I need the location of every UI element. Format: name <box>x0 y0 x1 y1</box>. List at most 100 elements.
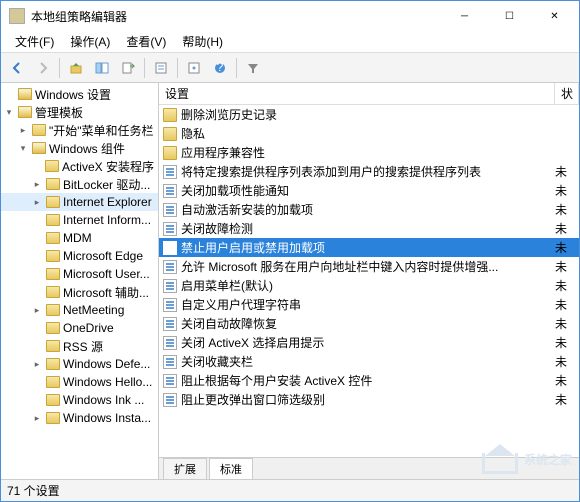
list-row[interactable]: 启用菜单栏(默认)未 <box>159 276 579 295</box>
folder-icon <box>18 106 32 118</box>
setting-icon <box>163 336 177 350</box>
list-row[interactable]: 自定义用户代理字符串未 <box>159 295 579 314</box>
menu-action[interactable]: 操作(A) <box>62 31 118 52</box>
list-row[interactable]: 自动激活新安装的加载项未 <box>159 200 579 219</box>
list-row-state: 未 <box>555 296 575 313</box>
filter-button[interactable] <box>241 56 265 80</box>
folder-icon <box>163 146 177 160</box>
tree-item[interactable]: ▸ Windows Insta... <box>1 409 158 427</box>
maximize-button[interactable]: ☐ <box>487 2 532 30</box>
export-button[interactable] <box>116 56 140 80</box>
setting-icon <box>163 203 177 217</box>
setting-icon <box>163 165 177 179</box>
tree-item[interactable]: Windows Hello... <box>1 373 158 391</box>
list-row[interactable]: 将特定搜索提供程序列表添加到用户的搜索提供程序列表未 <box>159 162 579 181</box>
properties-button[interactable] <box>182 56 206 80</box>
setting-icon <box>163 279 177 293</box>
list-row[interactable]: 隐私 <box>159 124 579 143</box>
list-row-state: 未 <box>555 163 575 180</box>
list-row-state: 未 <box>555 182 575 199</box>
tree-toggle-icon[interactable]: ▾ <box>3 107 15 118</box>
tree-item[interactable]: ▸ Windows Defe... <box>1 355 158 373</box>
tree-item-label: Windows Defe... <box>63 357 150 371</box>
tree-item[interactable]: Microsoft 辅助... <box>1 283 158 301</box>
tree-item[interactable]: Microsoft Edge <box>1 247 158 265</box>
tree-toggle-icon[interactable]: ▸ <box>17 125 29 136</box>
tree-item[interactable]: ▾Windows 组件 <box>1 139 158 157</box>
tree-item[interactable]: Windows Ink ... <box>1 391 158 409</box>
tree-panel[interactable]: Windows 设置 ▾ 管理模板 ▸ "开始"菜单和任务栏▾Windows 组件Act… <box>1 83 159 479</box>
help-button[interactable]: ? <box>208 56 232 80</box>
list-row[interactable]: 关闭自动故障恢复未 <box>159 314 579 333</box>
list-row-label: 禁止用户启用或禁用加载项 <box>181 239 555 256</box>
column-setting[interactable]: 设置 <box>159 83 555 104</box>
list-row[interactable]: 关闭加载项性能通知未 <box>159 181 579 200</box>
tree-item[interactable]: Microsoft User... <box>1 265 158 283</box>
tree-item[interactable]: Internet Inform... <box>1 211 158 229</box>
folder-icon <box>46 412 60 424</box>
tree-item-label: Microsoft 辅助... <box>63 284 149 301</box>
list-row[interactable]: 阻止根据每个用户安装 ActiveX 控件未 <box>159 371 579 390</box>
tree-item[interactable]: ▸NetMeeting <box>1 301 158 319</box>
tree-item-label: MDM <box>63 231 92 245</box>
tree-item[interactable]: MDM <box>1 229 158 247</box>
setting-icon <box>163 374 177 388</box>
tree-item[interactable]: Windows 设置 <box>1 85 158 103</box>
tree-toggle-icon[interactable]: ▸ <box>31 179 43 190</box>
setting-icon <box>163 222 177 236</box>
show-hide-tree-button[interactable] <box>90 56 114 80</box>
list-body[interactable]: 删除浏览历史记录隐私应用程序兼容性将特定搜索提供程序列表添加到用户的搜索提供程序… <box>159 105 579 457</box>
tree-item[interactable]: RSS 源 <box>1 337 158 355</box>
tab-extended[interactable]: 扩展 <box>163 458 207 479</box>
folder-icon <box>46 268 60 280</box>
tree-item[interactable]: ▸BitLocker 驱动... <box>1 175 158 193</box>
back-button[interactable] <box>5 56 29 80</box>
tree-toggle-icon[interactable]: ▸ <box>31 359 43 370</box>
tree-item[interactable]: ▾ 管理模板 <box>1 103 158 121</box>
list-row[interactable]: 允许 Microsoft 服务在用户向地址栏中键入内容时提供增强...未 <box>159 257 579 276</box>
tree-item-label: Windows Insta... <box>63 411 151 425</box>
close-button[interactable]: ✕ <box>532 2 577 30</box>
list-row[interactable]: 应用程序兼容性 <box>159 143 579 162</box>
list-row[interactable]: 关闭收藏夹栏未 <box>159 352 579 371</box>
list-row[interactable]: 禁止用户启用或禁用加载项未 <box>159 238 579 257</box>
tree-item[interactable]: OneDrive <box>1 319 158 337</box>
list-row-label: 删除浏览历史记录 <box>181 106 555 123</box>
list-row-label: 阻止根据每个用户安装 ActiveX 控件 <box>181 372 555 389</box>
list-row[interactable]: 关闭 ActiveX 选择启用提示未 <box>159 333 579 352</box>
folder-icon <box>32 142 46 154</box>
list-row-label: 将特定搜索提供程序列表添加到用户的搜索提供程序列表 <box>181 163 555 180</box>
setting-icon <box>163 393 177 407</box>
setting-icon <box>163 260 177 274</box>
column-state[interactable]: 状 <box>555 83 579 104</box>
tree-item[interactable]: ▸ Internet Explorer <box>1 193 158 211</box>
list-panel: 设置 状 删除浏览历史记录隐私应用程序兼容性将特定搜索提供程序列表添加到用户的搜… <box>159 83 579 479</box>
content-area: Windows 设置 ▾ 管理模板 ▸ "开始"菜单和任务栏▾Windows 组件Act… <box>1 83 579 479</box>
tree-item-label: OneDrive <box>63 321 114 335</box>
list-row[interactable]: 关闭故障检测未 <box>159 219 579 238</box>
up-button[interactable] <box>64 56 88 80</box>
list-row-label: 关闭加载项性能通知 <box>181 182 555 199</box>
tree-item-label: 管理模板 <box>35 104 83 121</box>
tree-item-label: ActiveX 安装程序 <box>62 158 154 175</box>
tree-item[interactable]: ActiveX 安装程序 <box>1 157 158 175</box>
list-row[interactable]: 阻止更改弹出窗口筛选级别未 <box>159 390 579 409</box>
menu-help[interactable]: 帮助(H) <box>174 31 231 52</box>
tree-toggle-icon[interactable]: ▸ <box>31 413 43 424</box>
menu-file[interactable]: 文件(F) <box>7 31 62 52</box>
folder-icon <box>46 304 60 316</box>
tree-item[interactable]: ▸ "开始"菜单和任务栏 <box>1 121 158 139</box>
tree-toggle-icon[interactable]: ▾ <box>17 143 29 154</box>
tree-toggle-icon[interactable]: ▸ <box>31 305 43 316</box>
folder-icon <box>163 108 177 122</box>
menu-view[interactable]: 查看(V) <box>118 31 174 52</box>
refresh-button[interactable] <box>149 56 173 80</box>
tree-item-label: Internet Explorer <box>63 195 152 209</box>
list-row-label: 关闭 ActiveX 选择启用提示 <box>181 334 555 351</box>
minimize-button[interactable]: ─ <box>442 2 487 30</box>
tree-item-label: "开始"菜单和任务栏 <box>49 122 154 139</box>
forward-button[interactable] <box>31 56 55 80</box>
tree-toggle-icon[interactable]: ▸ <box>31 197 43 208</box>
tab-standard[interactable]: 标准 <box>209 458 253 479</box>
list-row[interactable]: 删除浏览历史记录 <box>159 105 579 124</box>
